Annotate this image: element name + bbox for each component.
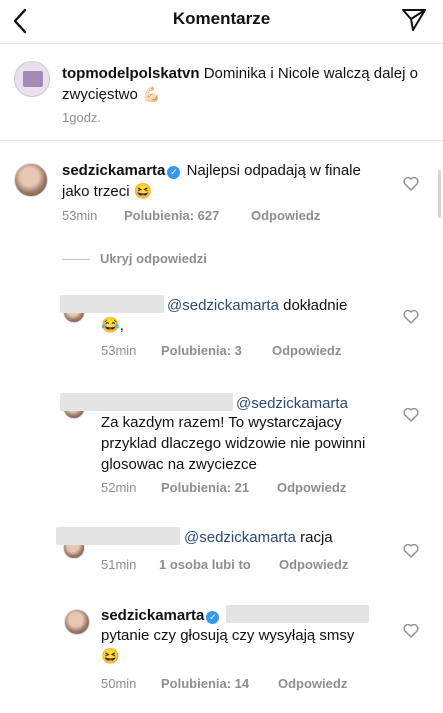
reply-button[interactable]: Odpowiedz [279, 557, 348, 572]
tears-of-joy-emoji: 😂 [101, 317, 120, 334]
laughing-emoji: 😆 [101, 648, 120, 665]
reply-time: 52min [101, 480, 137, 495]
reply-likes[interactable]: Polubienia: 21 [161, 480, 249, 495]
like-heart-icon[interactable] [403, 309, 419, 324]
laughing-emoji: 😆 [133, 183, 153, 200]
caption-username[interactable]: topmodelpolskatvn [62, 65, 200, 82]
reply-text: @sedzickamarta dokładnie [167, 295, 397, 316]
caption-text: topmodelpolskatvn Dominika i Nicole walc… [62, 63, 422, 105]
reply-button[interactable]: Odpowiedz [272, 343, 341, 358]
comment-text: sedzickamarta ✓ Najlepsi odpadają w final… [62, 160, 362, 202]
reply-button[interactable]: Odpowiedz [251, 208, 320, 223]
page-title: Komentarze [172, 9, 271, 28]
mention-link[interactable]: @sedzickamarta [167, 297, 279, 314]
reply-suffix: , [119, 317, 124, 334]
reply-time: 50min [101, 676, 137, 691]
reply-body: dokładnie [283, 297, 348, 314]
redacted-username [56, 527, 180, 545]
paper-plane-icon[interactable] [401, 8, 427, 32]
avatar[interactable] [14, 61, 50, 97]
avatar[interactable] [14, 163, 48, 197]
verified-badge-icon: ✓ [167, 166, 181, 179]
divider [62, 259, 90, 260]
redacted-username [60, 393, 233, 411]
reply-item: @sedzickamarta racja 51min 1 osoba lubi … [0, 519, 443, 589]
reply-mention-line: @sedzickamarta [236, 393, 348, 414]
reply-item: @sedzickamarta Za kazdym razem! To wysta… [0, 385, 443, 505]
post-caption: topmodelpolskatvn Dominika i Nicole walc… [0, 45, 443, 141]
reply-text: @sedzickamarta racja [184, 527, 404, 548]
like-heart-icon[interactable] [403, 543, 419, 558]
caption-time: 1godz. [62, 110, 102, 125]
reply-item: @sedzickamarta dokładnie 😂, 53min Polubi… [0, 285, 443, 365]
flexed-biceps-emoji: 💪🏻 [142, 86, 161, 103]
scrollbar[interactable] [438, 170, 441, 218]
reply-time: 51min [101, 557, 137, 572]
reply-emoji-line: 😂, [101, 315, 124, 336]
reply-time: 53min [101, 343, 137, 358]
reply-item: sedzickamarta ✓ pytanie czy głosują czy w… [0, 598, 443, 710]
header-bar: Komentarze [0, 0, 443, 44]
reply-username[interactable]: sedzickamarta [101, 607, 204, 624]
redacted-username [60, 295, 164, 313]
verified-badge-icon: ✓ [206, 611, 220, 624]
comment-likes[interactable]: Polubienia: 627 [124, 208, 219, 223]
like-heart-icon[interactable] [403, 623, 419, 638]
hide-replies-button[interactable]: Ukryj odpowiedzi [100, 251, 207, 266]
reply-likes[interactable]: Polubienia: 14 [161, 676, 249, 691]
like-heart-icon[interactable] [403, 176, 419, 191]
like-heart-icon[interactable] [403, 407, 419, 422]
mention-link[interactable]: @sedzickamarta [184, 529, 296, 546]
reply-body-line: pytanie czy głosują czy wysyłają smsy 😆 [101, 625, 371, 667]
reply-text: sedzickamarta ✓ [101, 605, 401, 626]
reply-body: Za kazdym razem! To wystarczajacy przykl… [101, 414, 366, 473]
redacted-mention [225, 605, 369, 623]
reply-button[interactable]: Odpowiedz [278, 676, 347, 691]
comment-time: 53min [62, 208, 98, 223]
reply-button[interactable]: Odpowiedz [277, 480, 346, 495]
reply-body: racja [300, 529, 333, 546]
comment-item: sedzickamarta ✓ Najlepsi odpadają w final… [0, 141, 443, 241]
reply-likes[interactable]: 1 osoba lubi to [159, 557, 251, 572]
mention-link[interactable]: @sedzickamarta [236, 395, 348, 412]
avatar[interactable] [64, 609, 90, 635]
reply-body: pytanie czy głosują czy wysyłają smsy [101, 627, 355, 644]
reply-likes[interactable]: Polubienia: 3 [161, 343, 242, 358]
comment-username[interactable]: sedzickamarta [62, 162, 165, 179]
